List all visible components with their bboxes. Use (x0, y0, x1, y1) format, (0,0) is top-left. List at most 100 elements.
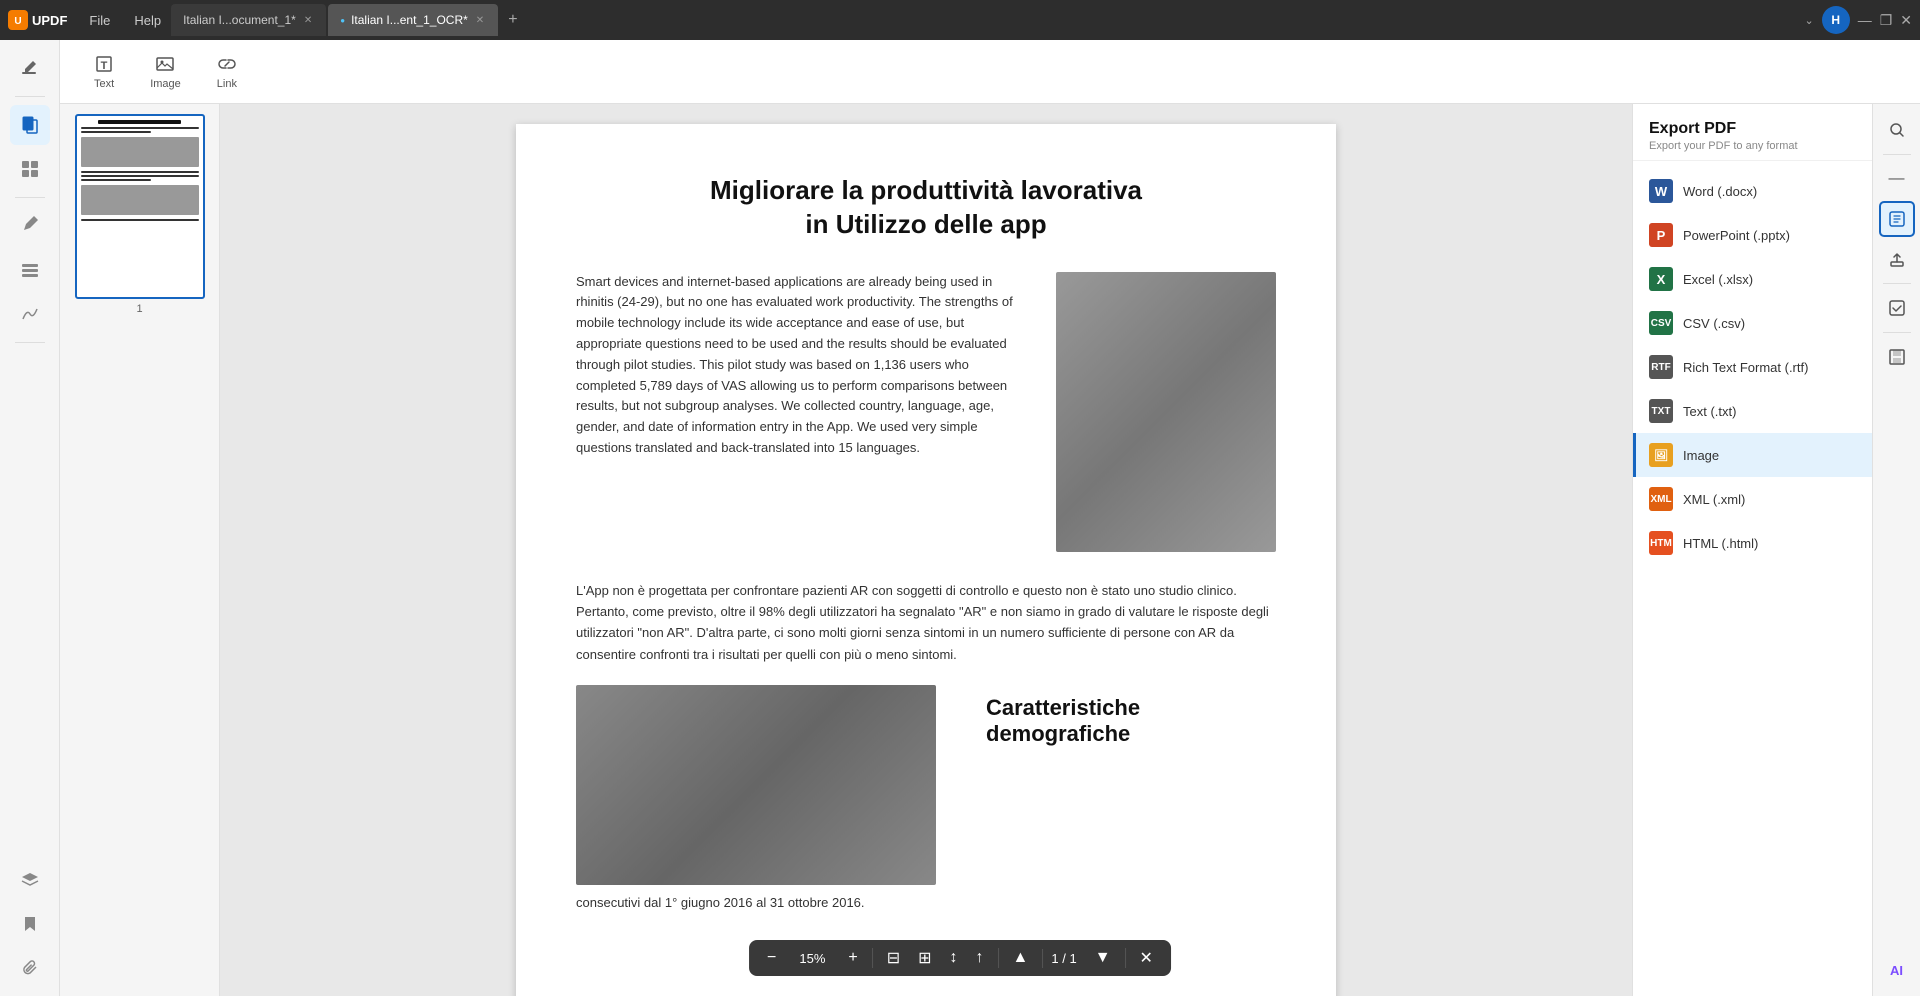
pdf-viewer[interactable]: Migliorare la produttività lavorativa in… (220, 104, 1632, 996)
rmt-share-icon[interactable] (1879, 241, 1915, 277)
rmt-divider-icon: — (1879, 161, 1915, 197)
thumbnail-panel: 1 (60, 104, 220, 996)
sidebar-item-edit[interactable] (10, 48, 50, 88)
thumbnail-image-1 (75, 114, 205, 299)
export-xlsx-label: Excel (.xlsx) (1683, 272, 1753, 287)
pdf-content-row-2: Caratteristiche demografiche (576, 685, 1276, 885)
minimize-icon[interactable]: — (1858, 12, 1872, 28)
export-word-label: Word (.docx) (1683, 184, 1757, 199)
close-icon[interactable]: ✕ (1900, 12, 1912, 29)
menu-file[interactable]: File (79, 9, 120, 32)
export-xml-label: XML (.xml) (1683, 492, 1745, 507)
prev-page-button[interactable]: ▲ (1005, 945, 1037, 971)
chevron-down-icon[interactable]: ⌄ (1804, 14, 1813, 27)
sidebar-item-organize[interactable] (10, 250, 50, 290)
pdf-paragraph-2: L'App non è progettata per confrontare p… (576, 580, 1276, 666)
next-page-button[interactable]: ▼ (1087, 945, 1119, 971)
fit-width-button[interactable]: ⊟ (879, 944, 908, 972)
word-icon: W (1649, 179, 1673, 203)
maximize-icon[interactable]: ❐ (1880, 12, 1893, 29)
image-icon: 🖼 (1649, 443, 1673, 467)
app-logo: U UPDF (8, 10, 67, 30)
app-body: T Text Image Link (0, 40, 1920, 996)
fit-page-button[interactable]: ⊞ (910, 944, 939, 972)
export-panel-header: Export PDF Export your PDF to any format (1633, 104, 1872, 161)
export-panel-title: Export PDF (1649, 120, 1856, 138)
rmt-export-icon[interactable] (1879, 201, 1915, 237)
xml-icon: XML (1649, 487, 1673, 511)
sidebar-item-attachment[interactable] (10, 948, 50, 988)
thumbnail-page-number: 1 (136, 303, 142, 315)
csv-icon: CSV (1649, 311, 1673, 335)
sidebar-item-annotate[interactable] (10, 206, 50, 246)
toolbar-divider-3 (1125, 948, 1126, 968)
menu-bar: File Help (79, 9, 171, 32)
rtf-icon: RTF (1649, 355, 1673, 379)
zoom-in-button[interactable]: + (840, 945, 865, 971)
sidebar-item-bookmark[interactable] (10, 904, 50, 944)
sidebar-item-layers[interactable] (10, 860, 50, 900)
export-html-label: HTML (.html) (1683, 536, 1758, 551)
html-icon: HTM (1649, 531, 1673, 555)
window-controls: — ❐ ✕ (1858, 12, 1912, 29)
pdf-content-row-1: Smart devices and internet-based applica… (576, 272, 1276, 552)
toolbar-link-button[interactable]: Link (203, 48, 251, 96)
pdf-title: Migliorare la produttività lavorativa in… (576, 174, 1276, 242)
rmt-search-icon[interactable] (1879, 112, 1915, 148)
tab-1-close[interactable]: ✕ (302, 13, 314, 28)
tab-1[interactable]: Italian I...ocument_1* ✕ (171, 4, 326, 36)
sidebar-item-pages[interactable] (10, 105, 50, 145)
sidebar-item-thumbnail[interactable] (10, 149, 50, 189)
user-avatar[interactable]: H (1822, 6, 1850, 34)
pdf-paragraph-1: Smart devices and internet-based applica… (576, 272, 1032, 552)
export-item-rtf[interactable]: RTF Rich Text Format (.rtf) (1633, 345, 1872, 389)
export-image-label: Image (1683, 448, 1719, 463)
rotate-button[interactable]: ↕ (942, 945, 966, 971)
tab-1-label: Italian I...ocument_1* (183, 13, 296, 27)
export-list: W Word (.docx) P PowerPoint (.pptx) X Ex… (1633, 161, 1872, 573)
rmt-ai-icon[interactable]: AI (1879, 952, 1915, 988)
pdf-image-1 (1056, 272, 1276, 552)
zoom-out-button[interactable]: − (759, 945, 784, 971)
tab-2-close[interactable]: ✕ (474, 13, 486, 28)
toolbar-text-button[interactable]: T Text (80, 48, 128, 96)
sidebar-item-sign[interactable] (10, 294, 50, 334)
export-item-xml[interactable]: XML XML (.xml) (1633, 477, 1872, 521)
export-item-word[interactable]: W Word (.docx) (1633, 169, 1872, 213)
tab-2-label: Italian I...ent_1_OCR* (351, 13, 468, 27)
close-toolbar-button[interactable]: ✕ (1132, 944, 1161, 972)
sidebar-divider-1 (15, 96, 45, 97)
export-item-csv[interactable]: CSV CSV (.csv) (1633, 301, 1872, 345)
rmt-divider-1 (1883, 154, 1911, 155)
tab-2[interactable]: ● Italian I...ent_1_OCR* ✕ (328, 4, 498, 36)
new-tab-button[interactable]: + (500, 7, 525, 33)
toolbar-divider-2 (998, 948, 999, 968)
export-item-image[interactable]: 🖼 Image (1633, 433, 1872, 477)
bottom-toolbar: − 15% 25% 50% 75% 100% 150% + ⊟ (749, 940, 1171, 976)
title-bar: U UPDF File Help Italian I...ocument_1* … (0, 0, 1920, 40)
export-item-xlsx[interactable]: X Excel (.xlsx) (1633, 257, 1872, 301)
rmt-divider-3 (1883, 332, 1911, 333)
zoom-select[interactable]: 15% 25% 50% 75% 100% 150% (795, 951, 829, 966)
export-item-html[interactable]: HTM HTML (.html) (1633, 521, 1872, 565)
export-rtf-label: Rich Text Format (.rtf) (1683, 360, 1808, 375)
export-txt-label: Text (.txt) (1683, 404, 1736, 419)
export-item-txt[interactable]: TXT Text (.txt) (1633, 389, 1872, 433)
rmt-check-icon[interactable] (1879, 290, 1915, 326)
scroll-up-button[interactable]: ↑ (968, 945, 992, 971)
pptx-icon: P (1649, 223, 1673, 247)
thumbnail-page-1[interactable]: 1 (70, 114, 209, 315)
pdf-section-title: Caratteristiche demografiche (986, 695, 1276, 747)
rmt-divider-2 (1883, 283, 1911, 284)
export-item-pptx[interactable]: P PowerPoint (.pptx) (1633, 213, 1872, 257)
export-pptx-label: PowerPoint (.pptx) (1683, 228, 1790, 243)
export-panel-subtitle: Export your PDF to any format (1649, 140, 1856, 152)
rmt-save-icon[interactable] (1879, 339, 1915, 375)
pdf-page: Migliorare la produttività lavorativa in… (516, 124, 1336, 996)
toolbar-image-label: Image (150, 78, 181, 90)
toolbar-divider-1 (872, 948, 873, 968)
txt-icon: TXT (1649, 399, 1673, 423)
svg-text:T: T (101, 60, 108, 72)
menu-help[interactable]: Help (124, 9, 171, 32)
toolbar-image-button[interactable]: Image (136, 48, 195, 96)
